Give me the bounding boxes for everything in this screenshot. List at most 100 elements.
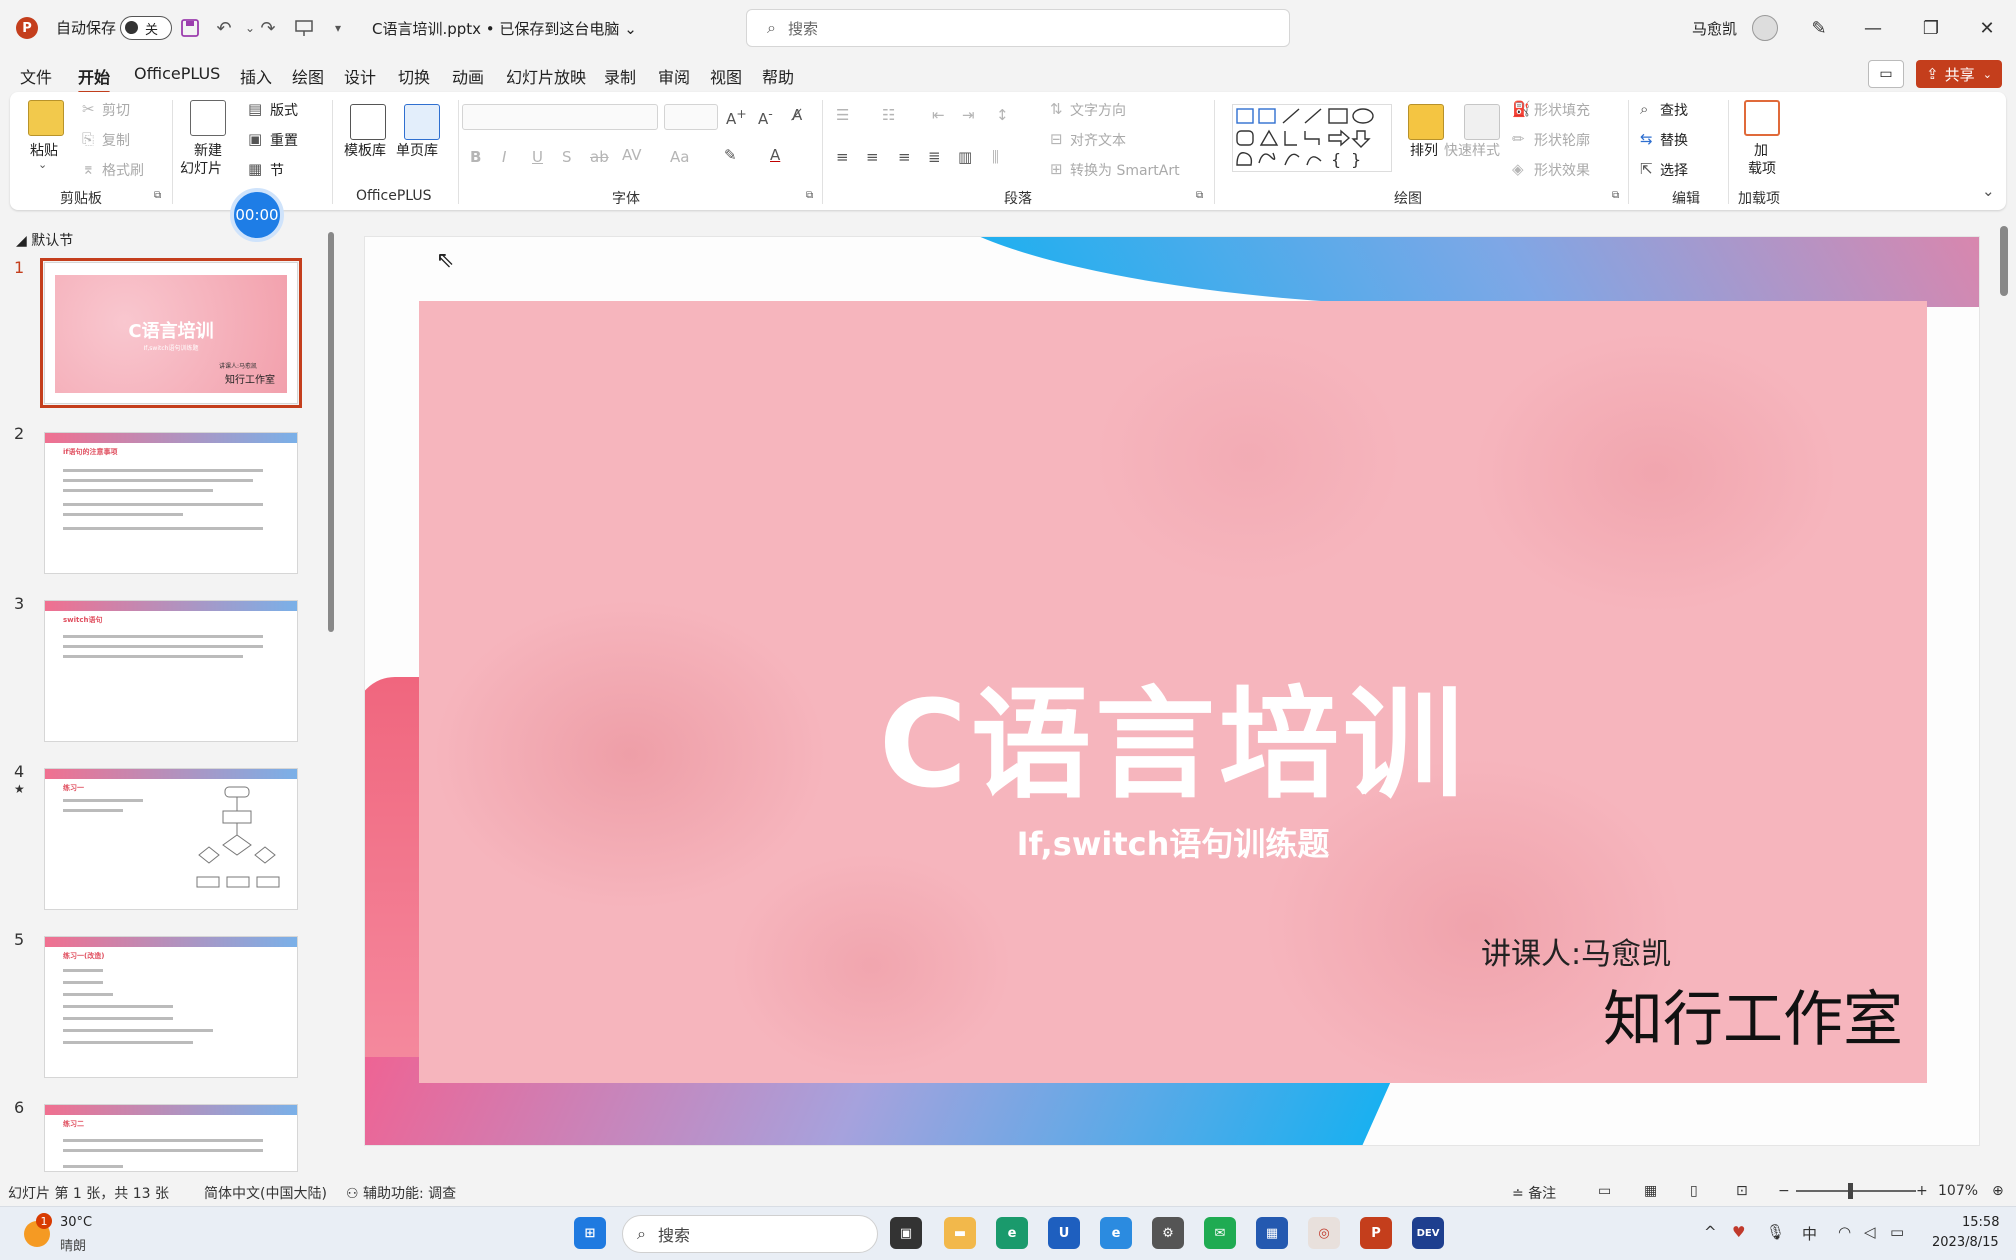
tab-help[interactable]: 帮助: [762, 64, 794, 88]
shape-outline-button[interactable]: 形状轮廓: [1534, 130, 1590, 150]
file-explorer-icon[interactable]: ▬: [944, 1217, 976, 1249]
quick-styles-button[interactable]: 快速样式: [1444, 140, 1500, 160]
section-button[interactable]: 节: [270, 160, 284, 180]
comments-button[interactable]: ▭: [1868, 60, 1904, 88]
paste-dropdown-icon[interactable]: ⌄: [38, 158, 47, 171]
autosave-toggle[interactable]: 关: [120, 16, 172, 40]
tab-review[interactable]: 审阅: [658, 64, 690, 88]
slide-lecturer[interactable]: 讲课人:马愈凯: [1481, 929, 1671, 973]
template-library-button[interactable]: 模板库: [344, 140, 386, 160]
text-direction-button[interactable]: 文字方向: [1070, 100, 1126, 120]
font-color-icon[interactable]: A: [770, 146, 780, 164]
align-text-button[interactable]: 对齐文本: [1070, 130, 1126, 150]
italic-icon[interactable]: I: [502, 148, 506, 166]
slideshow-view-icon[interactable]: ⊡: [1736, 1183, 1748, 1199]
editor-scrollbar[interactable]: [1998, 214, 2012, 1150]
tab-insert[interactable]: 插入: [240, 64, 272, 88]
quick-styles-icon[interactable]: [1464, 104, 1500, 140]
clipboard-launcher-icon[interactable]: ⧉: [154, 190, 161, 201]
accessibility-status[interactable]: ⚇ 辅助功能: 调查: [346, 1183, 456, 1203]
tab-officeplus[interactable]: OfficePLUS: [134, 64, 220, 83]
slide-thumb-3[interactable]: switch语句: [44, 600, 298, 742]
battery-icon[interactable]: ▭: [1890, 1223, 1904, 1241]
reading-view-icon[interactable]: ▯: [1690, 1183, 1698, 1199]
scroll-thumb[interactable]: [2000, 226, 2008, 296]
shapes-gallery[interactable]: {}: [1232, 104, 1392, 172]
slide-sorter-icon[interactable]: ▦: [1644, 1183, 1657, 1199]
microphone-icon[interactable]: 🎙: [1766, 1223, 1785, 1241]
numbering-icon[interactable]: ☷: [882, 106, 895, 124]
addins-icon[interactable]: [1744, 100, 1780, 136]
search-input[interactable]: ⌕ 搜索: [746, 9, 1290, 47]
slide-thumb-6[interactable]: 练习二: [44, 1104, 298, 1172]
change-case-icon[interactable]: Aa: [670, 148, 689, 166]
app-u-icon[interactable]: U: [1048, 1217, 1080, 1249]
section-header[interactable]: ◢ 默认节: [16, 230, 73, 250]
addins-label-1[interactable]: 加: [1754, 140, 1768, 160]
clear-formatting-icon[interactable]: A̸: [792, 106, 802, 124]
font-family-combo[interactable]: [462, 104, 658, 130]
edge-icon[interactable]: e: [996, 1217, 1028, 1249]
slide-thumb-2[interactable]: if语句的注意事项: [44, 432, 298, 574]
paste-button[interactable]: 粘贴: [30, 140, 58, 160]
tray-overflow-icon[interactable]: ^: [1704, 1223, 1717, 1241]
wechat-icon[interactable]: ✉: [1204, 1217, 1236, 1249]
columns-icon[interactable]: ⫼: [992, 148, 999, 166]
increase-font-icon[interactable]: A+: [726, 106, 747, 128]
task-view-icon[interactable]: ▣: [890, 1217, 922, 1249]
shadow-icon[interactable]: S: [562, 148, 572, 166]
collapse-ribbon-icon[interactable]: ⌄: [1982, 182, 1995, 200]
wifi-icon[interactable]: ◠: [1838, 1223, 1851, 1241]
single-page-library-button[interactable]: 单页库: [396, 140, 438, 160]
slide-editor[interactable]: C语言培训 If,switch语句训练题 讲课人:马愈凯 知行工作室: [364, 236, 1980, 1146]
close-icon[interactable]: ✕: [1972, 14, 2002, 42]
slide-count[interactable]: 幻灯片 第 1 张，共 13 张: [8, 1183, 169, 1203]
drawing-launcher-icon[interactable]: ⧉: [1612, 190, 1619, 201]
justify-icon[interactable]: ≣: [928, 148, 941, 166]
highlight-icon[interactable]: ✎: [724, 146, 737, 164]
tab-design[interactable]: 设计: [344, 64, 376, 88]
thumbnails-scrollbar[interactable]: [326, 220, 336, 1172]
font-size-combo[interactable]: [664, 104, 718, 130]
volume-icon[interactable]: ◁: [1864, 1223, 1876, 1241]
clock-date[interactable]: 2023/8/15: [1932, 1235, 1999, 1250]
slide-thumb-1[interactable]: C语言培训 If,switch语句训练题 讲课人:马愈凯 知行工作室: [40, 258, 302, 408]
pen-icon[interactable]: ✎: [1804, 14, 1834, 42]
slide-thumb-4[interactable]: 练习一: [44, 768, 298, 910]
layout-button[interactable]: 版式: [270, 100, 298, 120]
new-slide-label-1[interactable]: 新建: [194, 140, 222, 160]
zoom-slider-thumb[interactable]: [1848, 1183, 1853, 1199]
align-center-icon[interactable]: ≡: [866, 148, 879, 166]
ime-indicator[interactable]: 中: [1802, 1223, 1817, 1244]
zoom-in-icon[interactable]: +: [1916, 1183, 1928, 1199]
customize-qat-icon[interactable]: ▾: [326, 16, 350, 40]
new-slide-icon[interactable]: [190, 100, 226, 136]
select-button[interactable]: 选择: [1660, 160, 1688, 180]
app-tool-icon[interactable]: ⚙: [1152, 1217, 1184, 1249]
slide-studio[interactable]: 知行工作室: [1603, 971, 1903, 1058]
align-right-icon[interactable]: ≡: [898, 148, 911, 166]
tab-draw[interactable]: 绘图: [292, 64, 324, 88]
underline-icon[interactable]: U: [532, 148, 543, 166]
increase-indent-icon[interactable]: ⇥: [962, 106, 975, 124]
powerpoint-taskbar-icon[interactable]: P: [1360, 1217, 1392, 1249]
scroll-thumb[interactable]: [328, 232, 334, 632]
devc-icon[interactable]: DEV: [1412, 1217, 1444, 1249]
shape-effects-button[interactable]: 形状效果: [1534, 160, 1590, 180]
tab-file[interactable]: 文件: [20, 64, 52, 88]
character-spacing-icon[interactable]: AV: [622, 146, 642, 164]
decrease-indent-icon[interactable]: ⇤: [932, 106, 945, 124]
reset-button[interactable]: 重置: [270, 130, 298, 150]
fit-slide-icon[interactable]: ⊕: [1992, 1183, 2004, 1199]
tab-transitions[interactable]: 切换: [398, 64, 430, 88]
single-page-library-icon[interactable]: [404, 104, 440, 140]
bullets-icon[interactable]: ☰: [836, 106, 849, 124]
tab-slideshow[interactable]: 幻灯片放映: [506, 64, 586, 88]
copy-button[interactable]: 复制: [102, 130, 130, 150]
tab-record[interactable]: 录制: [604, 64, 636, 88]
cut-button[interactable]: 剪切: [102, 100, 130, 120]
normal-view-icon[interactable]: ▭: [1598, 1183, 1611, 1199]
font-launcher-icon[interactable]: ⧉: [806, 190, 813, 201]
decrease-font-icon[interactable]: A-: [758, 106, 773, 128]
tray-app-icon[interactable]: ♥: [1732, 1223, 1745, 1241]
